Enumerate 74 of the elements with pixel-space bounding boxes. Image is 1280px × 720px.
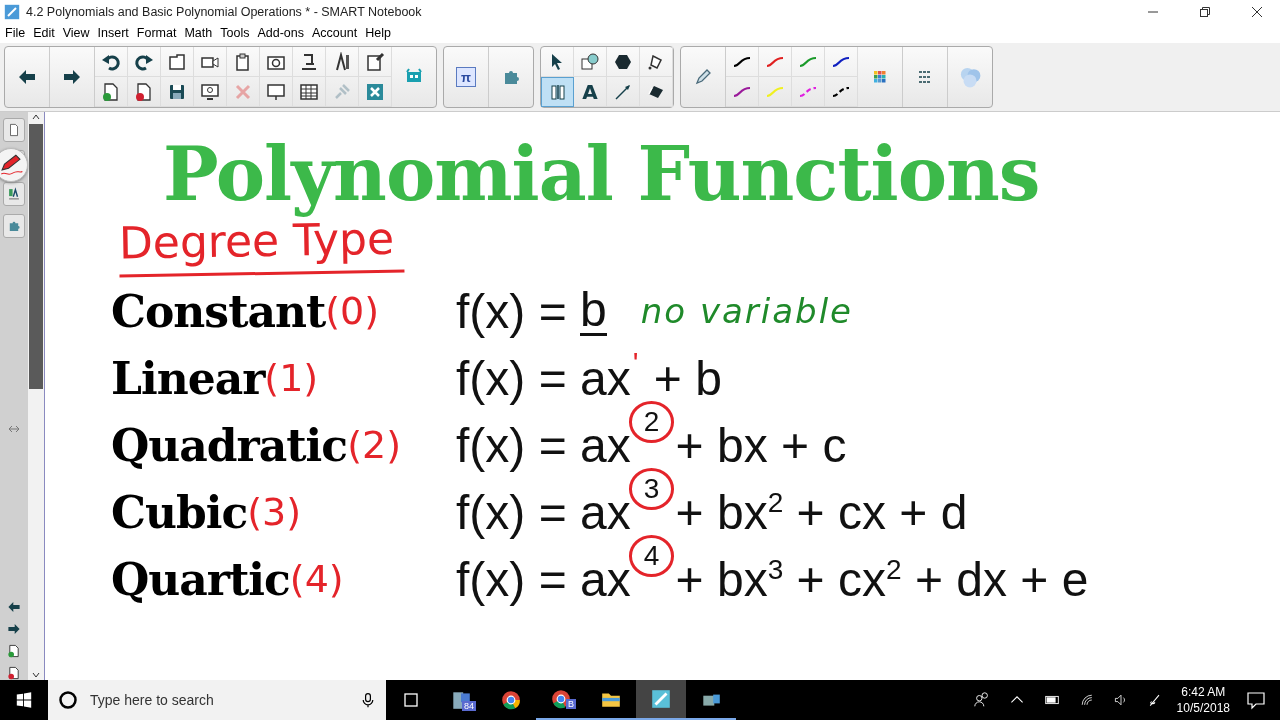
- math-button[interactable]: π: [456, 67, 476, 87]
- back-arrow-icon[interactable]: [7, 600, 21, 614]
- text-tool-button[interactable]: A: [582, 79, 598, 104]
- app-badge: B: [566, 699, 576, 709]
- delete-page-icon[interactable]: [134, 81, 154, 102]
- app-badge: 84: [462, 701, 476, 711]
- page-sorter-icon[interactable]: [7, 122, 21, 138]
- menu-item[interactable]: Tools: [220, 26, 250, 40]
- pen-tool-button[interactable]: [0, 148, 28, 182]
- handwritten-exponent: ': [632, 346, 639, 380]
- chrome-icon[interactable]: [500, 689, 522, 711]
- search-field[interactable]: Type here to search: [88, 691, 350, 709]
- handwritten-degree: (3): [247, 490, 302, 534]
- scrollbar-thumb[interactable]: [29, 124, 43, 389]
- formula-text: f(x) = ax: [456, 484, 631, 540]
- function-type: Cubic: [111, 486, 248, 538]
- formula-text: f(x) = ax: [456, 417, 631, 473]
- function-type: Linear: [111, 352, 265, 404]
- formula-text: + bx$^{3}$ + cx$^{2}$ + dx + e: [674, 551, 1089, 607]
- menu-item[interactable]: Account: [312, 26, 358, 40]
- forward-arrow-icon[interactable]: [7, 622, 21, 636]
- add-page-icon[interactable]: [101, 81, 121, 102]
- handwritten-degree: (0): [325, 289, 380, 333]
- menu-item[interactable]: Add-ons: [257, 26, 304, 40]
- formula-text: b: [580, 286, 607, 336]
- scroll-up-icon[interactable]: [31, 112, 41, 122]
- menu-item[interactable]: View: [62, 26, 90, 40]
- menu-item[interactable]: Edit: [33, 26, 55, 40]
- function-type: Quadratic: [111, 419, 348, 471]
- handwritten-note: no variable: [640, 291, 854, 331]
- menu-item[interactable]: File: [5, 26, 26, 40]
- close-icon[interactable]: [1252, 6, 1262, 17]
- menu-item[interactable]: Math: [184, 26, 213, 40]
- cortana-circle-icon: [58, 690, 78, 710]
- formula-text: + bx + c: [674, 417, 847, 473]
- shapes-icon[interactable]: [580, 51, 600, 72]
- menu-item[interactable]: Help: [365, 26, 391, 40]
- note-icon[interactable]: [365, 51, 385, 72]
- formula-text: f(x) =: [456, 283, 568, 339]
- table-icon[interactable]: [299, 81, 319, 102]
- document-camera-icon[interactable]: [299, 51, 319, 72]
- resize-icon[interactable]: [7, 424, 21, 434]
- restore-icon[interactable]: [1200, 6, 1210, 17]
- windows-start-icon[interactable]: [15, 691, 33, 709]
- search-box[interactable]: Type here to search: [48, 680, 386, 720]
- folder-icon[interactable]: [167, 51, 187, 72]
- notebook-icon: [4, 3, 20, 20]
- menu-item[interactable]: Insert: [97, 26, 129, 40]
- task-view-icon[interactable]: [401, 690, 421, 710]
- window-title: 4.2 Polynomials and Basic Polynomial Operations * - SMART Notebook: [26, 4, 422, 19]
- clock[interactable]: 6:42 AM 10/5/2018: [1176, 684, 1230, 716]
- page-title: Polynomial Functions: [163, 132, 1041, 216]
- monitor-icon[interactable]: [200, 81, 220, 102]
- people-icon[interactable]: [972, 691, 991, 709]
- formula-text: f(x) = ax: [456, 350, 631, 406]
- fullscreen-icon[interactable]: [365, 81, 385, 102]
- scroll-down-icon[interactable]: [31, 670, 41, 680]
- handwritten-degree: (4): [289, 557, 344, 601]
- delete-page-icon[interactable]: [7, 666, 21, 680]
- notebook-icon[interactable]: [650, 688, 672, 710]
- function-type: Quartic: [111, 553, 290, 605]
- screen-icon[interactable]: [266, 81, 286, 102]
- notification-icon[interactable]: [1246, 690, 1266, 710]
- handwritten-degree: (2): [347, 423, 401, 467]
- function-type: Constant: [111, 285, 326, 337]
- microphone-icon[interactable]: [360, 691, 376, 709]
- add-page-icon[interactable]: [7, 644, 21, 658]
- pencil-icon[interactable]: [693, 67, 713, 87]
- properties-icon[interactable]: [7, 186, 21, 202]
- formula-text: + bx$^{2}$ + cx + d: [674, 484, 968, 540]
- chrome-icon[interactable]: [550, 688, 572, 710]
- menu-item[interactable]: Format: [136, 26, 177, 40]
- formula-text: f(x) = ax: [456, 551, 631, 607]
- forward-arrow-icon: [62, 67, 82, 87]
